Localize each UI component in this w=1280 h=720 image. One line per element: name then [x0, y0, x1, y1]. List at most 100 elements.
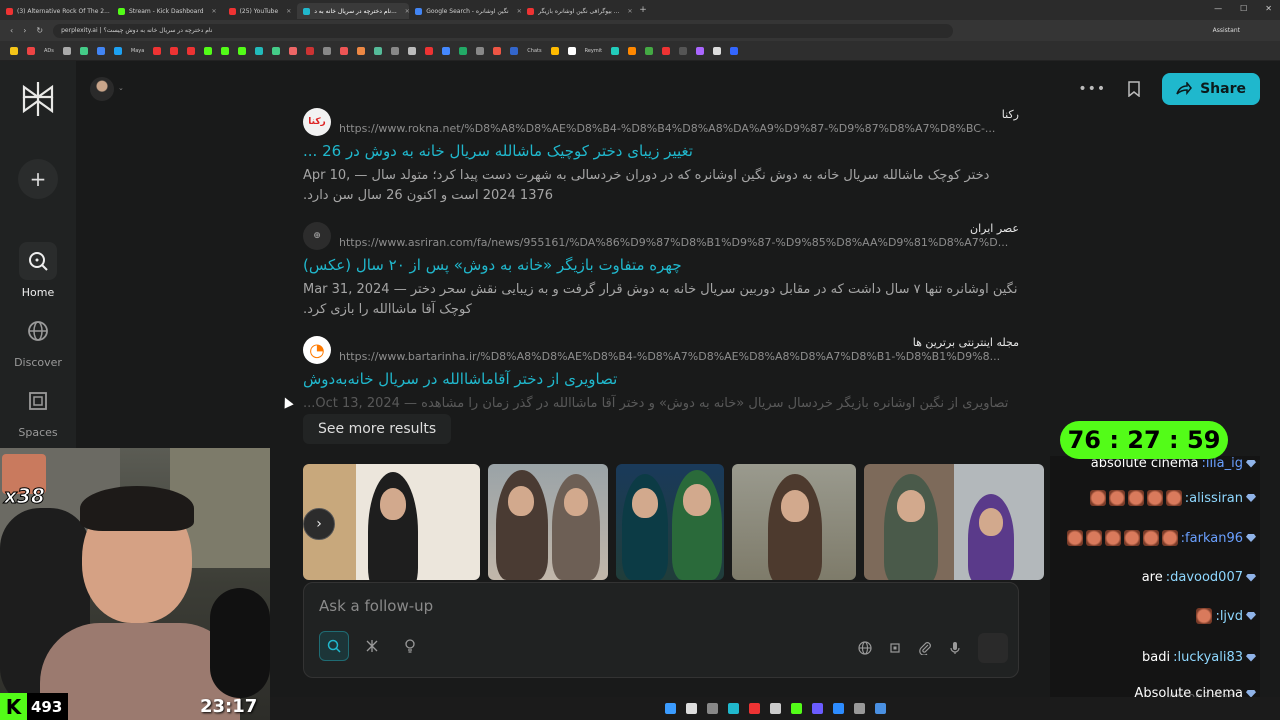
chevron-down-icon[interactable]: ⌄: [118, 84, 124, 92]
followup-input-box[interactable]: Ask a follow-up: [303, 582, 1019, 678]
windows-start-icon[interactable]: [664, 703, 676, 714]
bookmark-label[interactable]: Maya: [131, 48, 144, 54]
bookmark-icon[interactable]: [79, 46, 88, 55]
bookmark-icon[interactable]: [238, 46, 247, 55]
bookmark-icon[interactable]: [696, 46, 705, 55]
bookmark-icon[interactable]: [730, 46, 739, 55]
bookmark-icon[interactable]: [374, 46, 383, 55]
sidebar-item-discover[interactable]: Discover: [0, 312, 76, 369]
bookmark-icon[interactable]: [1128, 81, 1140, 97]
close-icon[interactable]: ✕: [1265, 4, 1272, 13]
bookmark-icon[interactable]: [459, 46, 468, 55]
close-tab-icon[interactable]: ✕: [282, 8, 291, 15]
sidebar-item-home[interactable]: Home: [0, 242, 76, 299]
bookmark-icon[interactable]: [679, 46, 688, 55]
browser-tab[interactable]: (25) YouTube ✕: [223, 3, 298, 19]
browser-tab[interactable]: (3) Alternative Rock Of The 2...✕: [0, 3, 112, 19]
discord-icon[interactable]: [811, 703, 823, 714]
close-tab-icon[interactable]: ✕: [513, 8, 522, 15]
youtube-icon[interactable]: [748, 703, 760, 714]
bookmark-icon[interactable]: [113, 46, 122, 55]
gallery-image[interactable]: [732, 464, 856, 580]
bookmark-icon[interactable]: [306, 46, 315, 55]
browser-tab[interactable]: نام دخترچه در سریال خانه به د... ✕: [297, 3, 410, 19]
bookmark-icon[interactable]: [357, 46, 366, 55]
kick-icon[interactable]: [790, 703, 802, 714]
bookmark-icon[interactable]: [10, 46, 18, 55]
source-url[interactable]: https://www.asriran.com/fa/news/955161/%…: [339, 236, 1019, 250]
maximize-icon[interactable]: ☐: [1240, 4, 1247, 13]
paperclip-icon[interactable]: [918, 641, 932, 655]
bookmark-icon[interactable]: [272, 46, 281, 55]
bookmark-icon[interactable]: [713, 46, 722, 55]
forward-icon[interactable]: ›: [23, 26, 26, 35]
task-view-icon[interactable]: [706, 703, 718, 714]
avatar[interactable]: [90, 77, 114, 101]
share-button[interactable]: Share: [1162, 73, 1260, 105]
lightbulb-icon[interactable]: [395, 631, 425, 661]
close-tab-icon[interactable]: ✕: [208, 8, 217, 15]
browser-tab[interactable]: Stream - Kick Dashboard ✕: [112, 3, 223, 19]
app-icon[interactable]: [853, 703, 865, 714]
app-icon[interactable]: [832, 703, 844, 714]
microphone-icon[interactable]: [948, 641, 962, 655]
source-url[interactable]: https://www.rokna.net/%D8%A8%D8%AE%D8%B4…: [339, 122, 1019, 136]
url-field[interactable]: perplexity.ai | نام دخترچه در سریال خانه…: [53, 23, 954, 38]
search-icon[interactable]: [685, 703, 697, 714]
gallery-image[interactable]: [864, 464, 1044, 580]
perplexity-logo-icon[interactable]: [18, 79, 58, 119]
bookmark-icon[interactable]: [27, 46, 35, 55]
bookmark-icon[interactable]: [425, 46, 434, 55]
bookmark-icon[interactable]: [340, 46, 349, 55]
bookmark-icon[interactable]: [221, 46, 230, 55]
sidebar-item-spaces[interactable]: Spaces: [0, 382, 76, 439]
bookmark-icon[interactable]: [204, 46, 213, 55]
result-title[interactable]: چهره متفاوت بازیگر «خانه به دوش» پس از ۲…: [303, 256, 1023, 274]
bookmark-icon[interactable]: [96, 46, 105, 55]
bookmark-icon[interactable]: [170, 46, 179, 55]
chip-icon[interactable]: [888, 641, 902, 655]
bookmark-icon[interactable]: [442, 46, 451, 55]
bookmark-label[interactable]: Chats: [527, 48, 541, 54]
close-tab-icon[interactable]: ✕: [401, 8, 409, 15]
bookmark-icon[interactable]: [323, 46, 332, 55]
bookmark-icon[interactable]: [510, 46, 519, 55]
back-icon[interactable]: ‹: [10, 26, 13, 35]
bookmark-icon[interactable]: [567, 46, 576, 55]
new-tab-button[interactable]: +: [633, 5, 653, 15]
result-title[interactable]: تغییر زیبای دختر کوچیک ماشالله سریال خان…: [303, 142, 1023, 160]
bookmark-icon[interactable]: [550, 46, 559, 55]
perplexity-app-icon[interactable]: [727, 703, 739, 714]
bookmark-icon[interactable]: [611, 46, 620, 55]
bookmark-icon[interactable]: [153, 46, 162, 55]
assistant-button[interactable]: Assistant: [1213, 27, 1240, 34]
search-mode-button[interactable]: [319, 631, 349, 661]
app-icon[interactable]: [874, 703, 886, 714]
bookmark-icon[interactable]: [391, 46, 400, 55]
globe-icon[interactable]: [858, 641, 872, 655]
browser-tab[interactable]: بیوگرافی نگین اوشانره بازیگر ... ✕: [521, 3, 633, 19]
bookmark-label[interactable]: ADs: [44, 48, 54, 54]
bookmark-label[interactable]: Reymit: [585, 48, 603, 54]
gallery-image[interactable]: [488, 464, 608, 580]
settings-icon[interactable]: [769, 703, 781, 714]
more-options-icon[interactable]: •••: [1078, 81, 1106, 97]
browser-tab[interactable]: Google Search - نگین اوشانره ✕: [409, 3, 521, 19]
bookmark-icon[interactable]: [289, 46, 298, 55]
research-mode-button[interactable]: [357, 631, 387, 661]
bookmark-icon[interactable]: [255, 46, 264, 55]
bookmark-icon[interactable]: [408, 46, 417, 55]
new-thread-button[interactable]: +: [18, 159, 58, 199]
minimize-icon[interactable]: —: [1214, 4, 1222, 13]
bookmark-icon[interactable]: [476, 46, 485, 55]
bookmark-icon[interactable]: [187, 46, 196, 55]
result-title[interactable]: تصاویری از دختر آقاماشاالله در سریال خان…: [303, 370, 1023, 388]
bookmark-icon[interactable]: [628, 46, 637, 55]
bookmark-icon[interactable]: [62, 46, 71, 55]
reload-icon[interactable]: ↻: [36, 26, 43, 35]
gallery-next-button[interactable]: ›: [303, 508, 335, 540]
source-url[interactable]: https://www.bartarinha.ir/%D8%A8%D8%AE%D…: [339, 350, 1019, 364]
bookmark-icon[interactable]: [662, 46, 671, 55]
bookmark-icon[interactable]: [645, 46, 654, 55]
bookmark-icon[interactable]: [493, 46, 502, 55]
